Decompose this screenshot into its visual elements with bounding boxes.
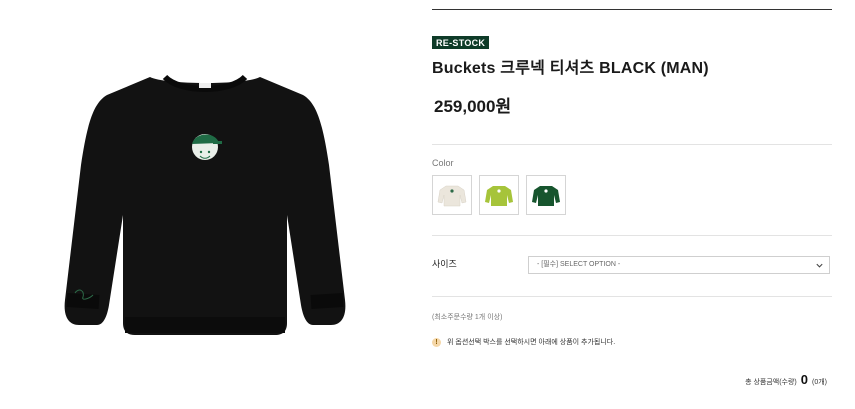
divider — [432, 235, 832, 236]
chevron-down-icon — [816, 263, 823, 268]
restock-badge: RE-STOCK — [432, 36, 490, 49]
total-count: (0개) — [812, 379, 827, 386]
sweatshirt-icon — [532, 186, 560, 206]
info-icon: ! — [432, 337, 441, 347]
divider — [432, 296, 832, 297]
color-label: Color — [432, 158, 454, 168]
product-title: Buckets 크루넥 티셔츠 BLACK (MAN) — [432, 60, 709, 77]
color-swatch-cream[interactable] — [432, 175, 472, 215]
top-divider — [432, 9, 832, 10]
size-select-value: - [필수] SELECT OPTION - — [537, 261, 621, 268]
total-label: 총 상품금액(수량) — [745, 379, 797, 386]
sweatshirt-illustration — [64, 74, 346, 335]
total-amount: 0 — [800, 372, 808, 387]
color-swatches — [432, 175, 566, 215]
color-swatch-green[interactable] — [526, 175, 566, 215]
option-notice: ! 위 옵션선택 박스를 선택하시면 아래에 상품이 추가됩니다. — [432, 337, 615, 347]
divider — [432, 144, 832, 145]
sweatshirt-icon — [485, 186, 513, 206]
product-info: RE-STOCK Buckets 크루넥 티셔츠 BLACK (MAN) 259… — [432, 0, 832, 409]
product-price: 259,000원 — [434, 97, 512, 116]
color-swatch-lime[interactable] — [479, 175, 519, 215]
total-price: 총 상품금액(수량) 0 (0개) — [745, 372, 827, 387]
min-order-text: (최소주문수량 1개 이상) — [432, 314, 503, 321]
size-label: 사이즈 — [432, 259, 457, 269]
size-select[interactable]: - [필수] SELECT OPTION - — [528, 256, 830, 274]
sweatshirt-icon — [437, 185, 467, 207]
product-image — [0, 0, 410, 409]
notice-text: 위 옵션선택 박스를 선택하시면 아래에 상품이 추가됩니다. — [447, 339, 616, 346]
